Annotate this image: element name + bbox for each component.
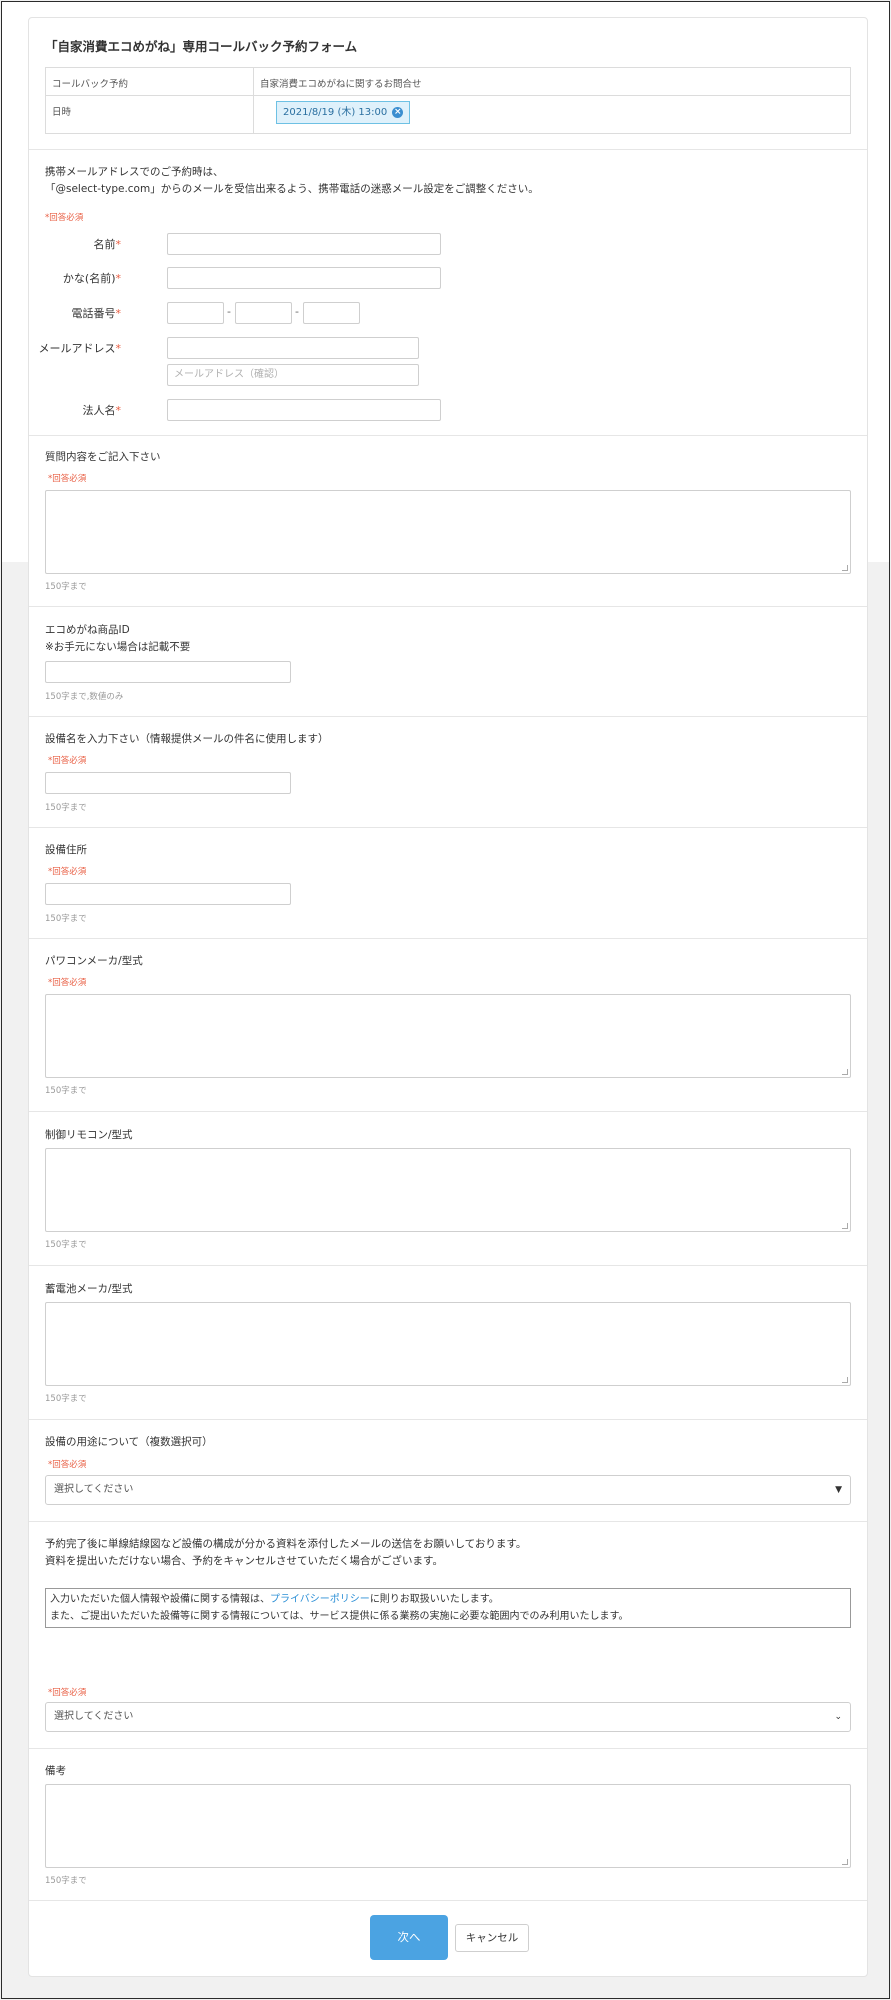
divider [29, 938, 867, 939]
required-note: *回答必須 [45, 213, 84, 223]
required-note: *回答必須 [48, 756, 87, 766]
char-limit-hint: 150字まで [45, 1086, 87, 1096]
resize-handle[interactable] [842, 1377, 848, 1383]
facility-name-label: 設備名を入力下さい（情報提供メールの件名に使用します） [45, 733, 329, 745]
info-value-callback: 自家消費エコめがねに関するお問合せ [260, 79, 422, 90]
privacy-policy-link[interactable]: プライバシーポリシー [270, 1594, 370, 1605]
info-row-datetime: 日時 2021/8/19 (木) 13:00 × [46, 96, 850, 134]
char-limit-hint: 150字まで [45, 1394, 87, 1404]
remote-model-label: 制御リモコン/型式 [45, 1129, 133, 1141]
char-limit-hint: 150字まで [45, 1876, 87, 1886]
email-input[interactable] [167, 337, 419, 359]
name-label: 名前* [93, 238, 122, 251]
info-label-callback: コールバック予約 [52, 79, 129, 90]
divider [29, 1900, 867, 1901]
cancel-button[interactable]: キャンセル [455, 1924, 529, 1952]
policy-line-1: 入力いただいた個人情報や設備に関する情報は、プライバシーポリシーに則りお取扱いい… [50, 1594, 499, 1605]
resize-handle[interactable] [842, 1859, 848, 1865]
question-label: 質問内容をご記入下さい [45, 451, 161, 463]
usage-select-value: 選択してください [54, 1484, 134, 1495]
phone-separator: - [295, 305, 299, 318]
date-badge[interactable]: 2021/8/19 (木) 13:00 × [276, 101, 411, 124]
char-limit-hint: 150字まで,数値のみ [45, 692, 124, 702]
pcs-maker-textarea[interactable] [45, 994, 851, 1078]
resize-handle[interactable] [842, 1223, 848, 1229]
product-id-label: エコめがね商品ID ※お手元にない場合は記載不要 [45, 622, 190, 656]
date-value: 2021/8/19 (木) 13:00 [283, 107, 388, 118]
close-icon[interactable]: × [392, 107, 404, 118]
battery-maker-textarea[interactable] [45, 1302, 851, 1386]
product-id-input[interactable] [45, 661, 291, 683]
email-confirm-input[interactable]: メールアドレス（確認） [167, 364, 419, 386]
divider [29, 606, 867, 607]
facility-address-input[interactable] [45, 883, 291, 905]
attachment-line-1: 予約完了後に単線結線図など設備の構成が分かる資料を添付したメールの送信をお願いし… [45, 1538, 527, 1550]
attachment-notice: 予約完了後に単線結線図など設備の構成が分かる資料を添付したメールの送信をお願いし… [45, 1536, 526, 1570]
caret-down-icon: ▼ [835, 1485, 842, 1495]
privacy-policy-box: 入力いただいた個人情報や設備に関する情報は、プライバシーポリシーに則りお取扱いい… [45, 1588, 851, 1628]
form-card: 「自家消費エコめがね」専用コールバック予約フォーム コールバック予約 自家消費エ… [28, 17, 868, 1977]
phone-input-1[interactable] [167, 302, 224, 324]
divider [29, 1265, 867, 1266]
company-input[interactable] [167, 399, 441, 421]
battery-maker-label: 蓄電池メーカ/型式 [45, 1283, 133, 1295]
pcs-maker-label: パワコンメーカ/型式 [45, 955, 143, 967]
divider [29, 1419, 867, 1420]
char-limit-hint: 150字まで [45, 1240, 87, 1250]
product-id-note: ※お手元にない場合は記載不要 [45, 641, 191, 653]
page-frame: 「自家消費エコめがね」専用コールバック予約フォーム コールバック予約 自家消費エ… [1, 1, 890, 1999]
char-limit-hint: 150字まで [45, 914, 87, 924]
info-divider [253, 68, 254, 133]
email-label: メールアドレス* [38, 342, 122, 355]
usage-select[interactable]: 選択してください ▼ [45, 1475, 851, 1505]
attachment-line-2: 資料を提出いただけない場合、予約をキャンセルさせていただく場合がございます。 [45, 1555, 443, 1567]
question-textarea[interactable] [45, 490, 851, 574]
notice-line-2: 「@select-type.com」からのメールを受信出来るよう、携帯電話の迷惑… [45, 183, 539, 195]
facility-address-label: 設備住所 [45, 844, 87, 856]
name-input[interactable] [167, 233, 441, 255]
booking-info-table: コールバック予約 自家消費エコめがねに関するお問合せ 日時 2021/8/19 … [45, 67, 851, 134]
kana-input[interactable] [167, 267, 441, 289]
remote-model-textarea[interactable] [45, 1148, 851, 1232]
kana-label: かな(名前)* [62, 272, 121, 285]
next-button[interactable]: 次へ [370, 1915, 448, 1960]
divider [29, 716, 867, 717]
resize-handle[interactable] [842, 565, 848, 571]
info-label-datetime: 日時 [52, 107, 72, 118]
required-note: *回答必須 [48, 474, 87, 484]
agreement-select-value: 選択してください [54, 1711, 134, 1722]
policy-line-2: また、ご提出いただいた設備等に関する情報については、サービス提供に係る業務の実施… [50, 1611, 629, 1622]
required-note: *回答必須 [48, 1460, 87, 1470]
required-note: *回答必須 [48, 1688, 87, 1698]
form-title: 「自家消費エコめがね」専用コールバック予約フォーム [45, 39, 358, 54]
divider [29, 435, 867, 436]
notice-line-1: 携帯メールアドレスでのご予約時は、 [45, 166, 224, 178]
product-id-title: エコめがね商品ID [45, 624, 130, 636]
facility-name-input[interactable] [45, 772, 291, 794]
phone-input-3[interactable] [303, 302, 360, 324]
required-note: *回答必須 [48, 978, 87, 988]
agreement-select[interactable]: 選択してください ⌄ [45, 1702, 851, 1732]
info-row-callback: コールバック予約 自家消費エコめがねに関するお問合せ [46, 68, 850, 96]
divider [29, 827, 867, 828]
char-limit-hint: 150字まで [45, 803, 87, 813]
chevron-down-icon: ⌄ [834, 1712, 842, 1722]
char-limit-hint: 150字まで [45, 582, 87, 592]
divider [29, 1748, 867, 1749]
resize-handle[interactable] [842, 1069, 848, 1075]
divider [29, 149, 867, 150]
divider [29, 1521, 867, 1522]
remarks-label: 備考 [45, 1765, 66, 1777]
remarks-textarea[interactable] [45, 1784, 851, 1868]
phone-separator: - [227, 305, 231, 318]
phone-label: 電話番号* [71, 307, 122, 320]
mobile-email-notice: 携帯メールアドレスでのご予約時は、 「@select-type.com」からのメ… [45, 164, 539, 198]
usage-label: 設備の用途について（複数選択可） [45, 1436, 213, 1448]
phone-input-2[interactable] [235, 302, 292, 324]
divider [29, 1111, 867, 1112]
company-label: 法人名* [82, 404, 122, 417]
required-note: *回答必須 [48, 867, 87, 877]
